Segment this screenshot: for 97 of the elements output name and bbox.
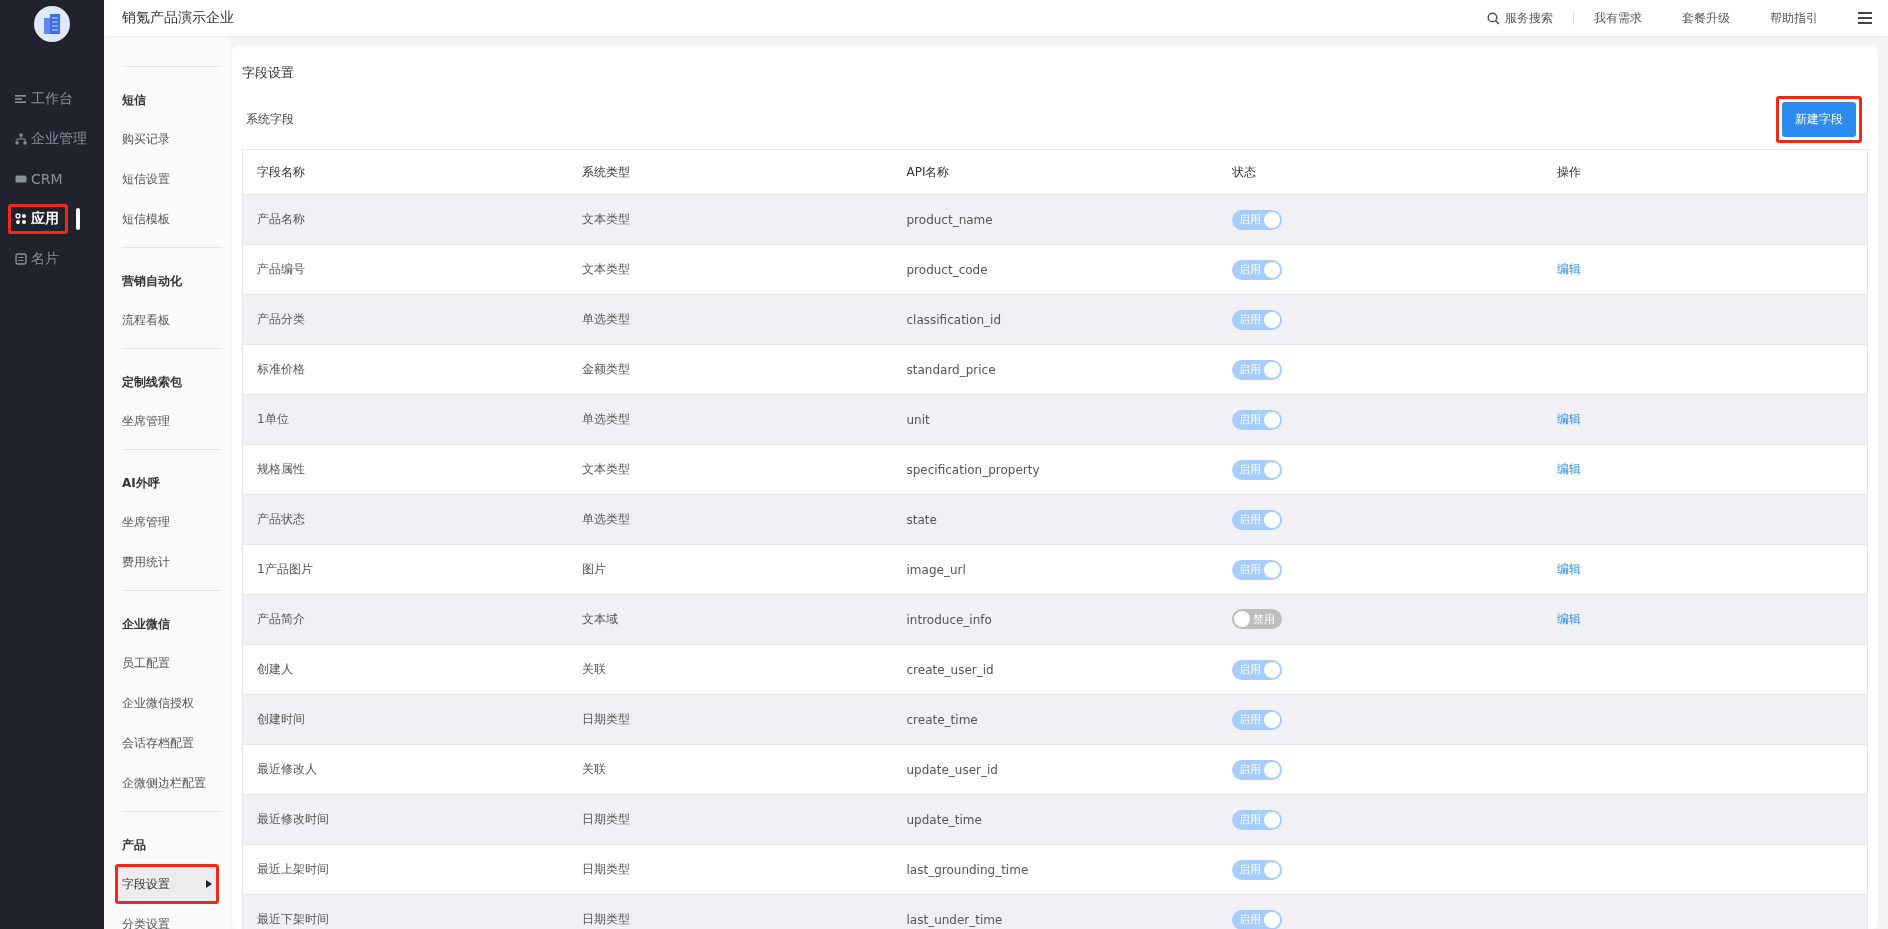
table-cell: 文本类型 [567, 194, 893, 245]
submenu-item[interactable]: 费用统计 [115, 542, 219, 582]
submenu-item[interactable]: 流程看板 [115, 300, 219, 340]
submenu-item[interactable]: 短信模板 [115, 199, 219, 239]
table-cell: 文本类型 [567, 244, 893, 295]
table-cell: introduce_info [892, 594, 1218, 645]
table-cell: 日期类型 [567, 794, 893, 845]
table-cell: 单选类型 [567, 494, 893, 545]
table-cell: 文本类型 [567, 444, 893, 495]
menu-group-title: 短信 [122, 92, 147, 109]
table-cell: product_name [892, 194, 1218, 245]
submenu-item[interactable]: 员工配置 [115, 643, 219, 683]
menu-lines-icon [15, 93, 27, 105]
menu-group-title: 营销自动化 [122, 273, 183, 290]
table-cell: 日期类型 [567, 694, 893, 745]
menu-group-title: 定制线索包 [122, 374, 183, 391]
apps-icon [15, 213, 27, 225]
table-cell: 产品简介 [242, 594, 568, 645]
table-cell: 1单位 [242, 394, 568, 445]
active-indicator [76, 208, 80, 230]
header-link[interactable]: 帮助指引 [1770, 9, 1818, 27]
table-cell: state [892, 494, 1218, 545]
nav-item[interactable]: 应用 [8, 204, 68, 234]
page-title: 字段设置 [242, 64, 295, 82]
table-cell: 最近修改时间 [242, 794, 568, 845]
table-cell: last_under_time [892, 894, 1218, 929]
column-header: 系统类型 [567, 149, 893, 195]
menu-group-title: 企业微信 [122, 616, 171, 633]
table-cell: 关联 [567, 644, 893, 695]
header-link[interactable]: 套餐升级 [1682, 9, 1730, 27]
table-cell: 最近下架时间 [242, 894, 568, 929]
menu-group-title: 产品 [122, 837, 147, 854]
column-header: API名称 [892, 149, 1218, 195]
nav-item[interactable]: 工作台 [8, 84, 82, 114]
table-cell: last_grounding_time [892, 844, 1218, 895]
submenu-item[interactable]: 短信设置 [115, 159, 219, 199]
new-field-button[interactable]: 新建字段 [1776, 96, 1862, 143]
table-cell: 最近上架时间 [242, 844, 568, 895]
search-icon [1487, 11, 1500, 25]
table-cell: 产品分类 [242, 294, 568, 345]
submenu-item[interactable]: 坐席管理 [115, 401, 219, 441]
service-search-link[interactable]: 服务搜索 [1505, 9, 1553, 27]
caret-icon [206, 880, 212, 888]
table-cell: update_time [892, 794, 1218, 845]
table-cell: 图片 [567, 544, 893, 595]
nav-item[interactable]: 名片 [8, 244, 68, 274]
table-cell: image_url [892, 544, 1218, 595]
table-cell: 创建时间 [242, 694, 568, 745]
table-cell: create_time [892, 694, 1218, 745]
table-cell: 标准价格 [242, 344, 568, 395]
table-cell: unit [892, 394, 1218, 445]
edit-link[interactable]: 编辑 [1556, 562, 1581, 576]
logo-icon [34, 6, 70, 42]
section-title: 系统字段 [245, 111, 294, 128]
submenu-item[interactable]: 分类设置 [115, 904, 219, 929]
table-cell: classification_id [892, 294, 1218, 345]
nav-item[interactable]: CRM [8, 164, 72, 194]
edit-link[interactable]: 编辑 [1556, 462, 1581, 476]
edit-link[interactable]: 编辑 [1556, 612, 1581, 626]
table-cell: 金额类型 [567, 344, 893, 395]
table-cell: 产品状态 [242, 494, 568, 545]
submenu-item[interactable]: 企业微信授权 [115, 683, 219, 723]
submenu-item[interactable]: 坐席管理 [115, 502, 219, 542]
table-cell: 日期类型 [567, 894, 893, 929]
table-cell: 产品名称 [242, 194, 568, 245]
org-chart-icon [15, 133, 27, 145]
table-cell: 最近修改人 [242, 744, 568, 795]
table-cell: 产品编号 [242, 244, 568, 295]
table-cell: 日期类型 [567, 844, 893, 895]
table-cell: 关联 [567, 744, 893, 795]
crm-icon [15, 173, 27, 185]
company-title: 销氪产品演示企业 [122, 9, 234, 27]
menu-group-title: AI外呼 [122, 475, 161, 492]
table-cell: standard_price [892, 344, 1218, 395]
table-cell: 单选类型 [567, 394, 893, 445]
card-icon [15, 253, 27, 265]
nav-item[interactable]: 企业管理 [8, 124, 96, 154]
table-cell: 文本域 [567, 594, 893, 645]
header-link[interactable]: 我有需求 [1594, 9, 1642, 27]
table-cell: 单选类型 [567, 294, 893, 345]
edit-link[interactable]: 编辑 [1556, 412, 1581, 426]
column-header: 状态 [1217, 149, 1543, 195]
submenu-item[interactable]: 会话存档配置 [115, 723, 219, 763]
submenu-item[interactable]: 购买记录 [115, 119, 219, 159]
submenu-item[interactable]: 企微侧边栏配置 [115, 763, 219, 803]
column-header: 操作 [1542, 149, 1868, 195]
table-cell: 规格属性 [242, 444, 568, 495]
table-cell: 创建人 [242, 644, 568, 695]
table-cell: product_code [892, 244, 1218, 295]
submenu-item[interactable]: 字段设置 [115, 864, 219, 904]
table-cell: create_user_id [892, 644, 1218, 695]
menu-icon[interactable] [1858, 11, 1872, 25]
table-cell: update_user_id [892, 744, 1218, 795]
edit-link[interactable]: 编辑 [1556, 262, 1581, 276]
table-cell: specification_property [892, 444, 1218, 495]
table-cell: 1产品图片 [242, 544, 568, 595]
column-header: 字段名称 [242, 149, 568, 195]
